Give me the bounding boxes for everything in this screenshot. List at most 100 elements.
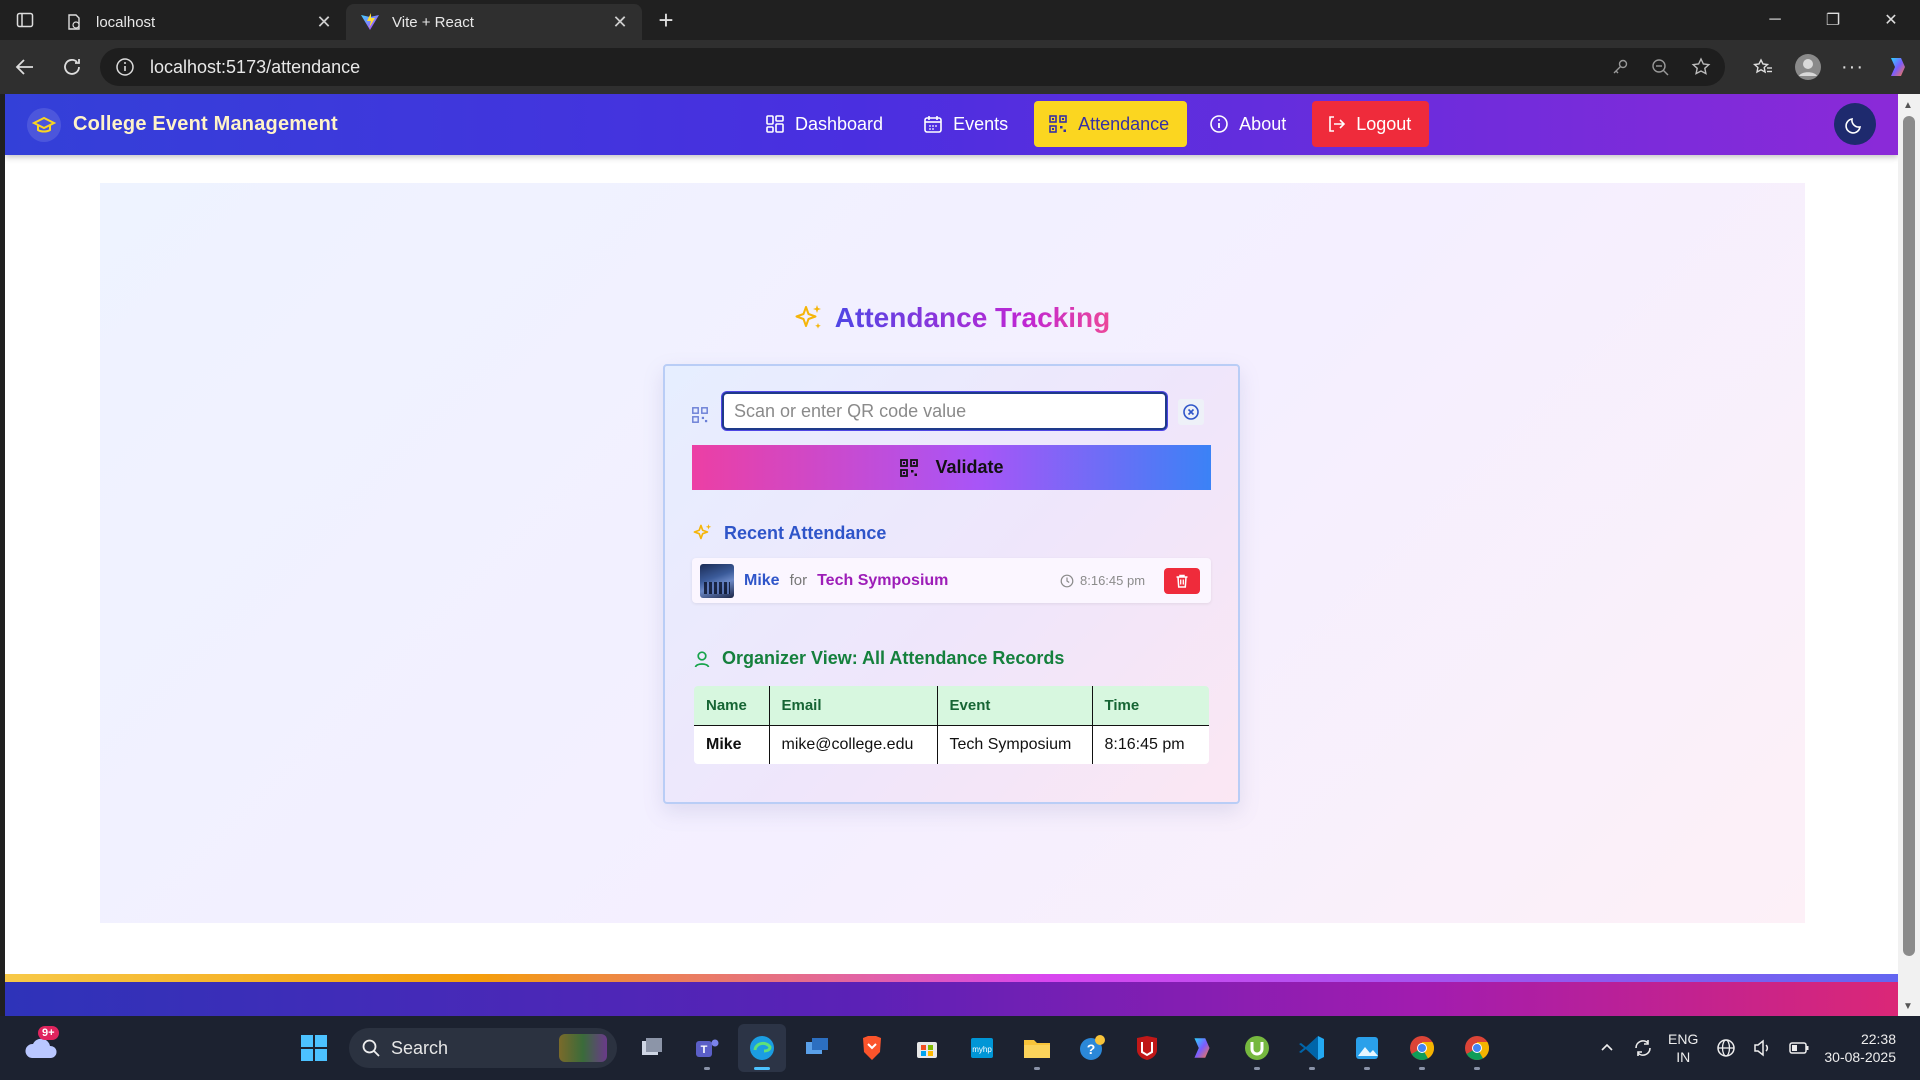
vite-logo-icon <box>360 12 380 32</box>
chevron-up-icon[interactable] <box>1598 1039 1616 1057</box>
qr-scan-icon <box>691 406 709 429</box>
minimize-icon[interactable]: ─ <box>1746 0 1804 40</box>
myhp-icon: myhp <box>971 1038 993 1058</box>
photos-app[interactable] <box>1343 1024 1391 1072</box>
info-icon <box>1210 115 1228 133</box>
validate-label: Validate <box>935 457 1004 477</box>
favorite-star-icon[interactable] <box>1691 57 1711 77</box>
nav-attendance[interactable]: Attendance <box>1034 101 1188 147</box>
key-icon[interactable] <box>1611 58 1629 76</box>
logout-button[interactable]: Logout <box>1312 101 1430 147</box>
page-title: Attendance Tracking <box>834 302 1111 333</box>
language-indicator[interactable]: ENG IN <box>1668 1030 1698 1066</box>
mcafee-app[interactable] <box>1123 1024 1171 1072</box>
column-header-name: Name <box>694 686 770 726</box>
recent-attendance-title: Recent Attendance <box>692 522 886 544</box>
logout-icon <box>1329 116 1346 132</box>
weather-widget[interactable]: 9+ <box>22 1026 62 1068</box>
clock-time: 22:38 <box>1860 1031 1896 1047</box>
chrome-app[interactable] <box>1398 1024 1446 1072</box>
browser-toolbar-right: ··· <box>1740 40 1920 94</box>
qr-icon <box>1049 115 1067 133</box>
help-icon: ? <box>1080 1035 1105 1060</box>
battery-icon <box>1789 1042 1809 1054</box>
column-header-event: Event <box>937 686 1093 726</box>
cell-name: Mike <box>694 725 770 764</box>
search-highlight-icon <box>559 1034 607 1062</box>
task-view-button[interactable] <box>628 1024 676 1072</box>
teams-app[interactable]: T <box>683 1024 731 1072</box>
reload-button[interactable] <box>50 45 94 89</box>
address-bar-actions <box>1611 48 1711 86</box>
svg-text:T: T <box>701 1044 708 1056</box>
copilot-button[interactable] <box>1875 45 1920 89</box>
url-text[interactable]: localhost:5173/attendance <box>150 57 360 78</box>
new-tab-button[interactable]: + <box>646 2 686 38</box>
close-tab-icon[interactable]: ✕ <box>312 10 336 34</box>
brand[interactable]: College Event Management <box>27 94 338 155</box>
scroll-up-icon[interactable]: ▲ <box>1903 100 1913 111</box>
window-controls: ─ ❐ ✕ <box>1746 0 1920 40</box>
nav-dashboard[interactable]: Dashboard <box>751 101 901 147</box>
teams-icon: T <box>696 1039 719 1057</box>
utorrent-app[interactable] <box>1233 1024 1281 1072</box>
tab-actions-button[interactable] <box>0 0 50 40</box>
edge-app[interactable] <box>738 1024 786 1072</box>
back-button[interactable] <box>3 45 47 89</box>
sync-icon[interactable] <box>1632 1037 1654 1059</box>
column-header-email: Email <box>769 686 938 726</box>
quick-settings[interactable] <box>1716 1038 1810 1058</box>
nav-events[interactable]: Events <box>909 101 1026 147</box>
help-app[interactable]: ? <box>1068 1024 1116 1072</box>
clear-input-button[interactable] <box>1178 399 1204 425</box>
tab-vite-react[interactable]: Vite + React ✕ <box>346 4 642 40</box>
page-scrollbar[interactable]: ▲ ▼ <box>1898 94 1920 1016</box>
logout-label: Logout <box>1356 113 1412 134</box>
clock[interactable]: 22:38 30-08-2025 <box>1824 1030 1896 1066</box>
myhp-app[interactable]: myhp <box>958 1024 1006 1072</box>
scroll-down-icon[interactable]: ▼ <box>1903 1001 1913 1012</box>
store-app[interactable] <box>903 1024 951 1072</box>
brave-app[interactable] <box>848 1024 896 1072</box>
vscode-app[interactable] <box>1288 1024 1336 1072</box>
dashboard-icon <box>766 115 784 133</box>
copilot-app[interactable] <box>1178 1024 1226 1072</box>
scrollbar-thumb[interactable] <box>1903 116 1915 956</box>
qr-code-input[interactable] <box>722 392 1167 430</box>
validate-button[interactable]: Validate <box>692 445 1211 490</box>
page-viewport: College Event Management Dashboard Event… <box>5 94 1898 1016</box>
footer-stripe <box>5 974 1898 982</box>
taskbar-search[interactable]: Search <box>349 1028 617 1068</box>
restore-icon[interactable]: ❐ <box>1804 0 1862 40</box>
close-tab-icon[interactable]: ✕ <box>608 10 632 34</box>
tab-localhost[interactable]: localhost ✕ <box>50 4 346 40</box>
site-info-icon[interactable] <box>114 56 136 78</box>
clock-date: 30-08-2025 <box>1824 1049 1896 1065</box>
connect-app[interactable] <box>793 1024 841 1072</box>
more-options-button[interactable]: ··· <box>1830 45 1875 89</box>
qr-icon <box>900 458 919 477</box>
delete-button[interactable] <box>1164 568 1200 594</box>
address-bar[interactable]: localhost:5173/attendance <box>100 48 1725 86</box>
zoom-out-icon[interactable] <box>1651 58 1669 76</box>
user-icon <box>694 650 710 667</box>
start-button[interactable] <box>290 1024 338 1072</box>
favorites-button[interactable] <box>1740 45 1785 89</box>
svg-text:myhp: myhp <box>972 1045 992 1054</box>
chrome-icon <box>1465 1036 1490 1061</box>
network-icon <box>1717 1039 1736 1057</box>
tab-title: Vite + React <box>392 13 474 31</box>
attendance-records-table: Name Email Event Time Mike mike@college.… <box>692 684 1211 766</box>
close-window-icon[interactable]: ✕ <box>1862 0 1920 40</box>
chrome-profile-app[interactable] <box>1453 1024 1501 1072</box>
tab-actions-icon <box>16 12 34 28</box>
brave-icon <box>863 1036 881 1060</box>
file-explorer-app[interactable] <box>1013 1024 1061 1072</box>
attendee-name: Mike <box>744 571 780 589</box>
moon-icon <box>1845 118 1861 134</box>
reload-icon <box>64 59 80 75</box>
nav-about[interactable]: About <box>1195 101 1304 147</box>
theme-toggle-button[interactable] <box>1834 103 1876 145</box>
profile-button[interactable] <box>1785 45 1830 89</box>
calendar-icon <box>924 116 942 133</box>
